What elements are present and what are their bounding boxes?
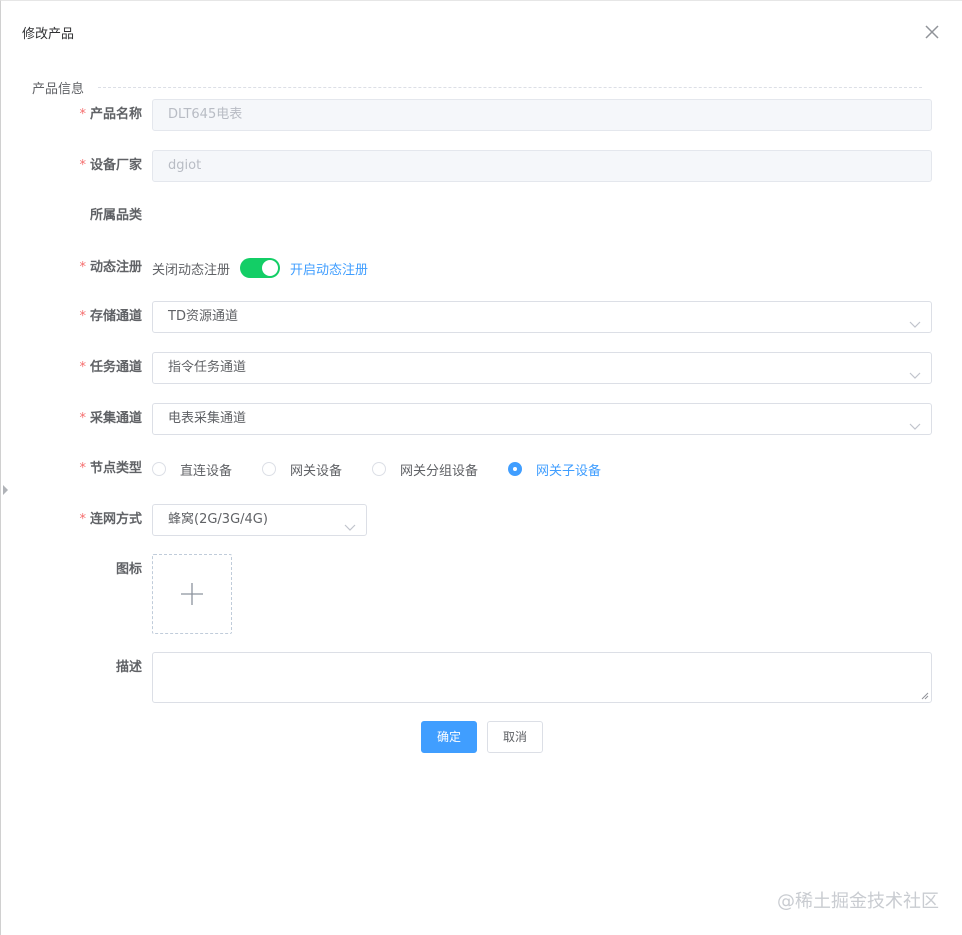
radio-circle [508, 462, 523, 476]
switch-off-label[interactable]: 关闭动态注册 [152, 259, 230, 278]
description-textarea[interactable] [152, 652, 932, 703]
task-channel-value: 指令任务通道 [168, 360, 247, 375]
node-type-label: * 节点类型 [79, 461, 142, 476]
radio-circle [372, 462, 387, 476]
icon-label: 图标 [115, 562, 142, 577]
dialog-title: 修改产品 [22, 27, 75, 42]
task-channel-select[interactable]: 指令任务通道 [152, 352, 932, 384]
node-type-radio-group: 直连设备 网关设备 网关分组设备 网关子设备 [152, 453, 631, 485]
collect-channel-select[interactable]: 电表采集通道 [152, 403, 932, 435]
category-label: 所属品类 [89, 208, 142, 223]
dynamic-register-label: * 动态注册 [79, 260, 142, 275]
product-name-label: * 产品名称 [79, 107, 142, 122]
network-select[interactable]: 蜂窝(2G/3G/4G) [152, 504, 367, 536]
form-row-network: * 连网方式 蜂窝(2G/3G/4G) [1, 504, 962, 536]
switch-on-label[interactable]: 开启动态注册 [290, 259, 368, 278]
collect-channel-label: * 采集通道 [79, 411, 142, 426]
form-row-vendor: * 设备厂家 dgiot [1, 150, 962, 182]
network-label: * 连网方式 [79, 512, 142, 527]
task-channel-label: * 任务通道 [79, 360, 142, 375]
storage-channel-value: TD资源通道 [168, 309, 238, 324]
radio-direct-device[interactable]: 直连设备 [152, 460, 232, 479]
edit-product-dialog: 修改产品 产品信息 * 产品名称 DLT645电表 * 设备厂家 dgiot 所属品… [0, 0, 962, 935]
collect-channel-value: 电表采集通道 [168, 411, 247, 426]
dynamic-register-switch[interactable] [240, 258, 281, 278]
radio-gateway-device[interactable]: 网关设备 [262, 460, 342, 479]
form-row-dynamic-register: * 动态注册 关闭动态注册 开启动态注册 [1, 252, 962, 284]
chevron-down-icon [909, 363, 921, 379]
switch-knob [262, 260, 279, 276]
form-row-product-name: * 产品名称 DLT645电表 [1, 99, 962, 131]
resize-handle-icon[interactable] [921, 692, 929, 700]
network-value: 蜂窝(2G/3G/4G) [168, 512, 268, 527]
cancel-button[interactable]: 取消 [487, 721, 543, 753]
radio-gateway-sub-device[interactable]: 网关子设备 [508, 460, 601, 479]
form-row-collect-channel: * 采集通道 电表采集通道 [1, 403, 962, 435]
chevron-down-icon [909, 414, 921, 430]
sidebar-collapse-handle[interactable] [3, 485, 8, 495]
radio-circle [152, 462, 166, 476]
close-icon [925, 25, 939, 39]
vendor-label: * 设备厂家 [79, 158, 142, 173]
vendor-input[interactable]: dgiot [152, 150, 932, 182]
radio-gateway-group-device[interactable]: 网关分组设备 [372, 460, 478, 479]
plus-icon [181, 583, 203, 605]
storage-channel-select[interactable]: TD资源通道 [152, 301, 932, 333]
radio-circle [262, 462, 277, 476]
section-product-info: 产品信息 [32, 78, 922, 97]
product-name-input[interactable]: DLT645电表 [152, 99, 932, 131]
watermark: @稀土掘金技术社区 [777, 891, 939, 912]
section-divider [98, 87, 922, 88]
chevron-down-icon [909, 312, 921, 328]
form-row-storage-channel: * 存储通道 TD资源通道 [1, 301, 962, 333]
form-row-icon: 图标 [1, 554, 962, 586]
form-row-category: 所属品类 [1, 200, 962, 232]
storage-channel-label: * 存储通道 [79, 309, 142, 324]
form-row-node-type: * 节点类型 直连设备 网关设备 网关分组设备 网关子设备 [1, 453, 962, 485]
description-label: 描述 [115, 660, 142, 675]
section-title: 产品信息 [32, 78, 95, 97]
confirm-button[interactable]: 确定 [421, 721, 477, 753]
form-row-task-channel: * 任务通道 指令任务通道 [1, 352, 962, 384]
close-button[interactable] [921, 21, 943, 43]
chevron-down-icon [344, 515, 356, 531]
icon-upload[interactable] [152, 554, 232, 634]
